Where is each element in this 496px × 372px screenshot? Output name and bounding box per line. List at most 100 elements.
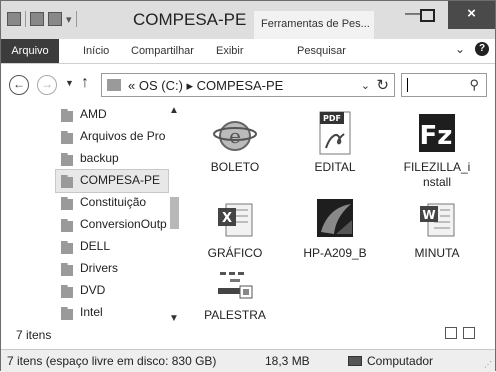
folder-icon[interactable] — [7, 12, 21, 26]
maximize-button[interactable] — [410, 1, 444, 29]
close-button[interactable]: × — [448, 1, 495, 29]
address-row: ← → ▼ ↑ « OS (C:) ▸ COMPESA-PE ⌄ ↻ ⚲ — [1, 64, 495, 104]
close-icon: × — [467, 5, 476, 22]
toolbar-divider — [75, 11, 77, 27]
properties-icon[interactable] — [30, 12, 44, 26]
back-button[interactable]: ← — [9, 75, 29, 95]
file-item[interactable]: HP-A209_B — [291, 196, 379, 261]
scrollbar-thumb[interactable] — [170, 197, 179, 229]
explorer-window: ▾ COMPESA-PE Ferramentas de Pes... — × A… — [0, 0, 496, 372]
file-name: PALESTRA — [204, 308, 266, 322]
word-icon: W — [414, 196, 460, 242]
file-item[interactable]: PALESTRA — [191, 270, 279, 323]
chevron-down-icon[interactable]: ▾ — [66, 13, 72, 26]
nav-item-backup[interactable]: backup — [56, 148, 168, 170]
chevron-down-icon[interactable]: ⌄ — [361, 79, 370, 92]
details-view-icon[interactable] — [445, 327, 457, 339]
up-arrow-icon[interactable]: ↑ — [81, 74, 89, 92]
arrow-left-icon: ← — [13, 77, 25, 91]
tab-share[interactable]: Compartilhar — [131, 39, 194, 63]
title-bar: ▾ COMPESA-PE Ferramentas de Pes... — × — [1, 1, 495, 39]
nav-item-intel[interactable]: Intel — [56, 302, 168, 324]
tab-view[interactable]: Exibir — [216, 39, 244, 63]
folder-icon — [61, 153, 73, 166]
folder-icon — [61, 131, 73, 144]
search-input[interactable]: ⚲ — [401, 73, 487, 97]
folder-icon — [61, 307, 73, 320]
large-icons-view-icon[interactable] — [463, 327, 475, 339]
folder-icon — [61, 219, 73, 232]
file-item[interactable]: Fz FILEZILLA_i nstall — [393, 110, 481, 190]
folder-icon — [61, 285, 73, 298]
address-bar[interactable]: « OS (C:) ▸ COMPESA-PE ⌄ ↻ — [101, 73, 395, 97]
folder-icon — [61, 175, 73, 188]
expand-ribbon-icon[interactable]: ⌄ — [455, 42, 465, 56]
toolbar-divider — [25, 11, 26, 27]
search-icon[interactable]: ⚲ — [469, 77, 479, 93]
svg-text:Fz: Fz — [420, 121, 453, 151]
filezilla-icon: Fz — [414, 110, 460, 156]
resize-grip-icon[interactable]: ⋰ — [484, 360, 492, 369]
excel-icon: X — [212, 196, 258, 242]
file-name: GRÁFICO — [207, 246, 263, 260]
navigation-pane: AMD Arquivos de Pro backup COMPESA-PE Co… — [1, 104, 183, 326]
forward-button[interactable]: → — [37, 75, 57, 95]
file-item[interactable]: PDF EDITAL — [291, 110, 379, 175]
file-item[interactable]: X GRÁFICO — [191, 196, 279, 261]
item-count: 7 itens — [16, 328, 52, 342]
file-item[interactable]: e BOLETO — [191, 110, 279, 175]
status-location: Computador — [348, 354, 433, 368]
folder-icon — [61, 109, 73, 122]
nav-item-compesa-pe[interactable]: COMPESA-PE — [55, 169, 169, 193]
file-name: EDITAL — [314, 160, 356, 174]
file-list: e BOLETO PDF EDITAL Fz FILEZILLA_i nstal… — [183, 104, 495, 326]
tab-search[interactable]: Pesquisar — [297, 39, 346, 63]
folder-icon — [61, 241, 73, 254]
folder-icon — [61, 197, 73, 210]
nav-item-arquivos-de-programas[interactable]: Arquivos de Pro — [56, 126, 168, 148]
new-folder-icon[interactable] — [48, 12, 62, 26]
status-free-space: 7 itens (espaço livre em disco: 830 GB) — [7, 354, 217, 368]
view-buttons — [445, 327, 475, 339]
address-path[interactable]: « OS (C:) ▸ COMPESA-PE — [128, 78, 283, 94]
status-size: 18,3 MB — [265, 354, 310, 368]
nav-item-amd[interactable]: AMD — [56, 104, 168, 126]
file-name: HP-A209_B — [303, 246, 367, 260]
ribbon-controls: ⌄ ? — [455, 42, 489, 56]
chevron-up-icon[interactable]: ▲ — [167, 104, 181, 118]
html-document-icon: e — [212, 110, 258, 156]
context-tab-search-tools[interactable]: Ferramentas de Pes... — [254, 11, 374, 39]
pdf-icon: PDF — [312, 110, 358, 156]
status-bar: 7 itens (espaço livre em disco: 830 GB) … — [1, 349, 495, 372]
nav-scrollbar[interactable]: ▲ ▼ — [167, 104, 181, 326]
svg-text:X: X — [222, 211, 232, 226]
file-name: BOLETO — [210, 160, 260, 174]
folder-icon — [61, 263, 73, 276]
help-icon[interactable]: ? — [475, 42, 489, 56]
nav-item-drivers[interactable]: Drivers — [56, 258, 168, 280]
ribbon-tabs: Arquivo Início Compartilhar Exibir Pesqu… — [1, 39, 495, 64]
computer-icon — [348, 356, 362, 366]
file-name: MINUTA — [414, 246, 460, 260]
window-title: COMPESA-PE — [133, 10, 247, 29]
nav-item-conversionoutput[interactable]: ConversionOutp — [56, 214, 168, 236]
chevron-down-icon[interactable]: ▼ — [167, 312, 181, 326]
maximize-icon — [419, 9, 435, 22]
nav-item-constituicao[interactable]: Constituição — [56, 192, 168, 214]
quick-access-toolbar: ▾ — [7, 11, 77, 27]
file-item[interactable]: W MINUTA — [393, 196, 481, 261]
file-name: FILEZILLA_i nstall — [403, 160, 471, 189]
nav-item-dvd[interactable]: DVD — [56, 280, 168, 302]
folder-icon — [107, 79, 121, 91]
tab-home[interactable]: Início — [83, 39, 109, 63]
presentation-icon — [212, 270, 258, 304]
text-caret — [407, 78, 408, 92]
nav-item-dell[interactable]: DELL — [56, 236, 168, 258]
hp-app-icon — [312, 196, 358, 242]
pdf-badge: PDF — [323, 114, 341, 123]
tab-file[interactable]: Arquivo — [1, 39, 59, 63]
arrow-right-icon: → — [41, 77, 53, 91]
svg-text:W: W — [422, 208, 435, 222]
recent-locations-icon[interactable]: ▼ — [65, 78, 74, 88]
refresh-icon[interactable]: ↻ — [376, 76, 389, 94]
